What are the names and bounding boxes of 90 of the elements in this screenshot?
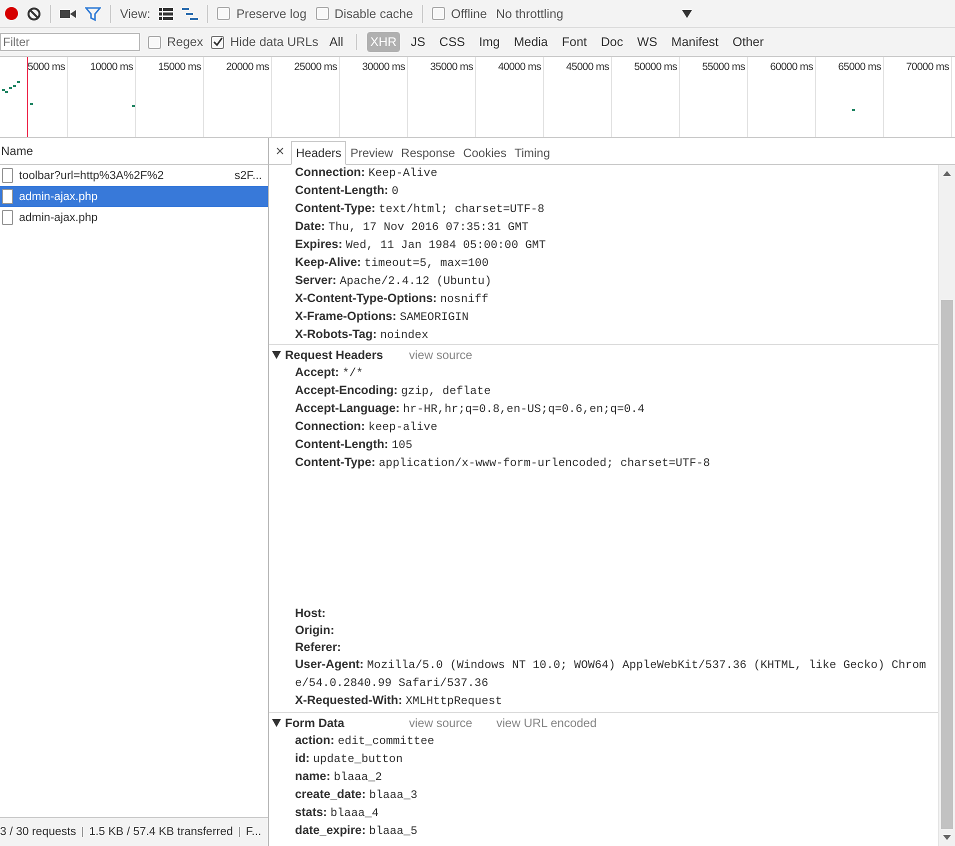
tick-label: 25000 ms <box>294 61 337 73</box>
header-line: Date: Thu, 17 Nov 2016 07:35:31 GMT <box>295 218 530 236</box>
tick-label: 60000 ms <box>770 61 813 73</box>
tick-label: 45000 ms <box>566 61 609 73</box>
type-filter[interactable]: All <box>326 32 346 52</box>
expand-triangle-icon[interactable] <box>272 350 281 358</box>
view-source-link[interactable]: view source <box>409 716 472 730</box>
status-text: 1.5 KB / 57.4 KB transferred <box>89 826 233 838</box>
checkbox[interactable]: Offline <box>432 6 487 20</box>
view-source-link[interactable]: view source <box>409 348 472 362</box>
header-line: X-Robots-Tag: noindex <box>295 326 430 344</box>
waterfall-icon[interactable] <box>182 8 198 20</box>
filter-field[interactable]: Filter <box>0 33 140 51</box>
tick-label: 15000 ms <box>158 61 201 73</box>
header-line: Origin: <box>295 622 336 639</box>
tab[interactable]: Cookies <box>459 142 510 164</box>
tick-label: 40000 ms <box>498 61 541 73</box>
tick-label: 70000 ms <box>906 61 949 73</box>
header-line: Connection: Keep-Alive <box>295 165 438 182</box>
record-icon[interactable] <box>5 7 18 20</box>
header-line: create_date: blaaa_3 <box>295 786 418 804</box>
list-view-icon[interactable] <box>159 8 174 20</box>
type-filter[interactable]: Media <box>510 32 551 52</box>
scroll-up-icon[interactable] <box>943 171 951 176</box>
header-line: Content-Length: 0 <box>295 182 400 200</box>
checkbox[interactable]: Preserve log <box>217 6 307 20</box>
tab[interactable]: Preview <box>346 142 398 164</box>
status-text: F... <box>246 826 262 838</box>
header-line: action: edit_committee <box>295 732 436 750</box>
type-filter[interactable]: Other <box>730 32 767 52</box>
dropdown-arrow-icon[interactable] <box>682 10 692 18</box>
header-line: date_expire: blaaa_5 <box>295 822 418 840</box>
header-line: X-Requested-With: XMLHttpRequest <box>295 692 504 710</box>
header-line: name: blaaa_2 <box>295 768 383 786</box>
checkbox[interactable]: Regex <box>148 35 204 49</box>
type-filter[interactable]: Manifest <box>668 32 722 52</box>
request-row[interactable]: admin-ajax.php <box>0 207 268 228</box>
tick-label: 55000 ms <box>702 61 745 73</box>
tick-label: 50000 ms <box>634 61 677 73</box>
header-line: Server: Apache/2.4.12 (Ubuntu) <box>295 272 493 290</box>
header-line: Keep-Alive: timeout=5, max=100 <box>295 254 490 272</box>
header-line: Referer: <box>295 639 342 656</box>
throttling-dropdown[interactable]: No throttling <box>496 6 564 20</box>
column-header[interactable]: Name <box>1 144 34 158</box>
clear-icon[interactable] <box>27 6 41 20</box>
header-line: X-Frame-Options: SAMEORIGIN <box>295 308 470 326</box>
tick-label: 5000 ms <box>28 61 65 73</box>
header-line: Content-Length: 105 <box>295 436 414 454</box>
view-source-link[interactable]: view URL encoded <box>496 716 597 730</box>
status-text: 3 / 30 requests <box>0 826 76 838</box>
scrollbar[interactable] <box>938 165 955 846</box>
tick-label: 35000 ms <box>430 61 473 73</box>
scroll-down-icon[interactable] <box>943 835 951 840</box>
type-filter[interactable]: JS <box>408 32 428 52</box>
header-line: Accept-Encoding: gzip, deflate <box>295 382 492 400</box>
tick-label: 30000 ms <box>362 61 405 73</box>
type-filter[interactable]: Font <box>558 32 590 52</box>
tick-label: 10000 ms <box>90 61 133 73</box>
header-line: Content-Type: text/html; charset=UTF-8 <box>295 200 546 218</box>
tab[interactable]: Timing <box>510 142 554 164</box>
header-line: Accept-Language: hr-HR,hr;q=0.8,en-US;q=0.6,en;q=0.4 <box>295 400 646 418</box>
header-line: Host: <box>295 605 327 622</box>
section-title[interactable]: Request Headers <box>285 348 405 362</box>
type-filter[interactable]: CSS <box>436 32 468 52</box>
header-line: X-Content-Type-Options: nosniff <box>295 290 490 308</box>
header-line: Connection: keep-alive <box>295 418 438 436</box>
checkmark-icon <box>212 37 223 47</box>
type-filter[interactable]: Doc <box>598 32 626 52</box>
header-line: stats: blaaa_4 <box>295 804 380 822</box>
tick-label: 20000 ms <box>226 61 269 73</box>
close-button[interactable]: × <box>269 142 291 160</box>
header-line: User-Agent: Mozilla/5.0 (Windows NT 10.0; WOW64) AppleWebKit/537.36 (KHTML, like Gecko) Chrome/54.0.2840.99 Safari/537.36 <box>295 656 928 692</box>
type-filter[interactable]: WS <box>634 32 660 52</box>
header-line: Accept: */* <box>295 364 364 382</box>
type-filter[interactable]: Img <box>476 32 503 52</box>
expand-triangle-icon[interactable] <box>272 718 281 726</box>
request-row[interactable]: admin-ajax.php <box>0 186 268 207</box>
checkbox[interactable]: Hide data URLs <box>211 35 318 49</box>
header-line: Expires: Wed, 11 Jan 1984 05:00:00 GMT <box>295 236 547 254</box>
tab[interactable]: Response <box>397 142 460 164</box>
checkbox[interactable]: Disable cache <box>316 6 414 20</box>
video-camera-icon[interactable] <box>60 8 76 20</box>
section-title[interactable]: Form Data <box>285 716 405 730</box>
header-line: Content-Type: application/x-www-form-urlencoded; charset=UTF-8 <box>295 454 712 472</box>
view-label: View: <box>120 6 150 20</box>
filter-icon[interactable] <box>85 6 101 22</box>
request-row[interactable]: toolbar?url=http%3A%2F%2 s2F... <box>0 165 268 186</box>
header-line: id: update_button <box>295 750 404 768</box>
tick-label: 65000 ms <box>838 61 881 73</box>
tab[interactable]: Headers <box>291 141 346 165</box>
